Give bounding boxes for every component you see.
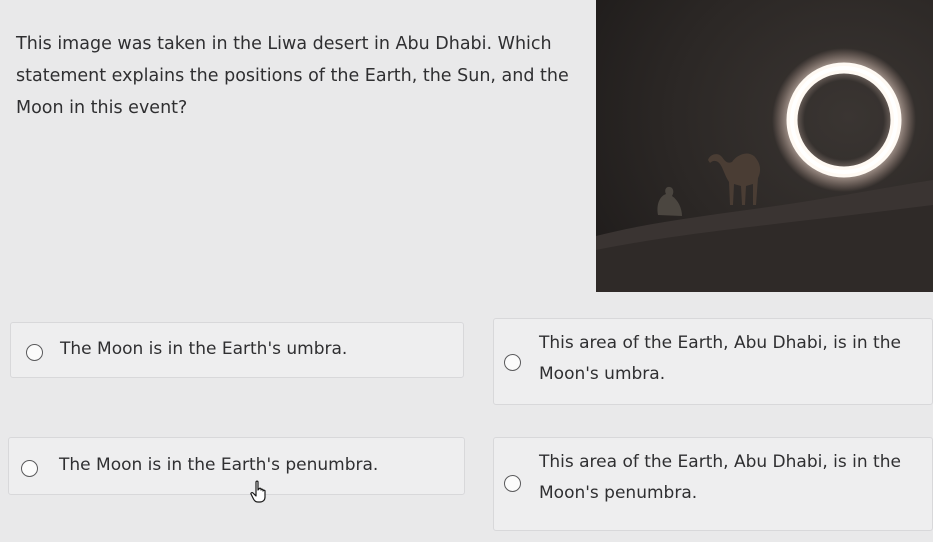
answer-option-2[interactable]: This area of the Earth, Abu Dhabi, is in… <box>493 318 933 405</box>
eclipse-photo <box>596 0 933 292</box>
hand-pointer-icon <box>250 480 266 503</box>
answer-option-label: The Moon is in the Earth's penumbra. <box>59 455 379 475</box>
radio-button-icon[interactable] <box>26 344 43 361</box>
answer-option-label: The Moon is in the Earth's umbra. <box>60 339 348 359</box>
radio-button-icon[interactable] <box>21 460 38 477</box>
answer-option-4[interactable]: This area of the Earth, Abu Dhabi, is in… <box>493 437 933 531</box>
answer-option-1[interactable]: The Moon is in the Earth's umbra. <box>10 322 464 378</box>
answer-option-label: This area of the Earth, Abu Dhabi, is in… <box>539 452 901 503</box>
answer-option-label: This area of the Earth, Abu Dhabi, is in… <box>539 333 901 384</box>
radio-button-icon[interactable] <box>504 475 521 492</box>
radio-button-icon[interactable] <box>504 354 521 371</box>
answer-option-3[interactable]: The Moon is in the Earth's penumbra. <box>8 437 465 495</box>
question-text: This image was taken in the Liwa desert … <box>16 34 569 118</box>
